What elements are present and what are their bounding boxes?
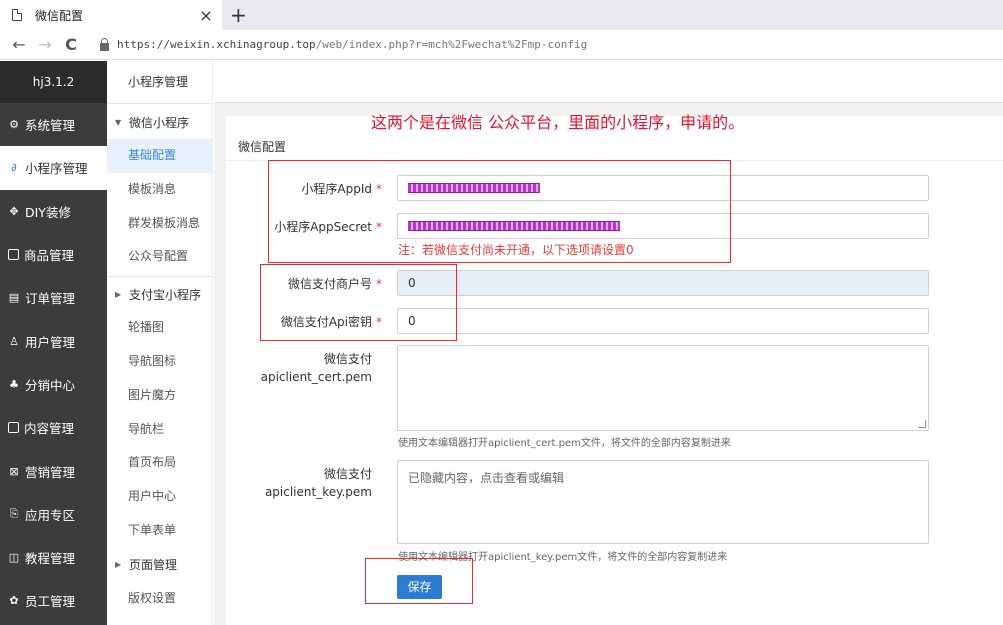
reload-button[interactable]: C (58, 35, 84, 54)
subnav-group-label: 支付宝小程序 (129, 287, 202, 302)
book-icon: ◫ (8, 551, 20, 565)
sidebar-item-goods[interactable]: 商品管理 (0, 233, 107, 276)
sidebar-item-label: 商品管理 (24, 248, 75, 264)
sidebar-item-label: 内容管理 (24, 421, 75, 437)
cert-hint: 使用文本编辑器打开apiclient_cert.pem文件，将文件的全部内容复制… (398, 438, 731, 449)
brand-version: hj3.1.2 (0, 61, 107, 103)
sidebar-item-apps[interactable]: ⎘ 应用专区 (0, 493, 107, 536)
card-title: 微信配置 (238, 140, 287, 154)
sidebar-item-orders[interactable]: ▤ 订单管理 (0, 276, 107, 319)
browser-tab[interactable]: 微信配置 × (0, 0, 222, 30)
sidebar-item-label: 教程管理 (25, 551, 76, 567)
annotation-text: 这两个是在微信 公众平台，里面的小程序，申请的。 (371, 113, 745, 132)
annotation-box-save (365, 558, 473, 604)
subnav-item-copyright[interactable]: 版权设置 (107, 582, 212, 616)
sidebar-item-staff[interactable]: ✿ 员工管理 (0, 579, 107, 622)
sidebar-item-content[interactable]: 内容管理 (0, 406, 107, 449)
subnav-item-user-center[interactable]: 用户中心 (107, 480, 212, 514)
caret-right-icon: ▶ (115, 560, 122, 570)
cert-label-line2: apiclient_cert.pem (260, 370, 372, 384)
cert-textarea[interactable] (397, 345, 929, 431)
sidebar-item-label: 用户管理 (25, 334, 76, 350)
subnav-title: 小程序管理 (107, 61, 212, 104)
tab-close-icon[interactable]: × (196, 6, 216, 25)
caret-right-icon: ▶ (115, 289, 122, 299)
tab-title: 微信配置 (35, 8, 84, 23)
gear-icon: ⚙ (9, 118, 19, 132)
cert-label-line1: 微信支付 (323, 352, 372, 366)
content-icon (8, 422, 19, 434)
url-host: https://weixin.xchinagroup.top (117, 38, 316, 51)
subnav-item-template-message[interactable]: 模板消息 (107, 173, 212, 207)
sidebar-item-label: 员工管理 (25, 594, 76, 610)
subnav-group-wechat[interactable]: ▼ 微信小程序 (107, 105, 212, 139)
browser-tab-bar: 微信配置 × + (0, 0, 1003, 30)
cert-label: 微信支付 apiclient_cert.pem (212, 350, 372, 386)
subnav-item-image-cube[interactable]: 图片魔方 (107, 379, 212, 413)
apikey-input[interactable]: 0 (397, 308, 929, 334)
sidebar-item-system[interactable]: ⚙ 系统管理 (0, 103, 107, 146)
new-tab-button[interactable]: + (230, 3, 247, 27)
sidebar-item-label: 系统管理 (25, 118, 76, 134)
url-field[interactable]: https://weixin.xchinagroup.top/web/index… (117, 38, 587, 51)
back-button[interactable]: ← (6, 35, 32, 54)
sidebar-item-users[interactable]: ♙ 用户管理 (0, 319, 107, 362)
user-icon: ♙ (9, 334, 19, 348)
subnav-item-banner[interactable]: 轮播图 (107, 311, 212, 345)
key-label: 微信支付 apiclient_key.pem (212, 465, 372, 501)
sidebar-item-label: 订单管理 (25, 291, 76, 307)
sidebar-item-miniprogram[interactable]: ∂ 小程序管理 (0, 146, 107, 190)
paint-icon: ✥ (9, 204, 19, 218)
link-icon: ∂ (11, 161, 17, 175)
subnav-item-home-layout[interactable]: 首页布局 (107, 446, 212, 480)
sub-navigation: 小程序管理 ▼ 微信小程序 基础配置 模板消息 群发模板消息 公众号配置 ▶ 支… (107, 61, 213, 625)
key-label-line1: 微信支付 (323, 467, 372, 481)
sidebar-item-label: 分销中心 (25, 377, 76, 393)
goods-icon (8, 249, 19, 261)
forward-button[interactable]: → (32, 35, 58, 54)
key-placeholder-text: 已隐藏内容，点击查看或编辑 (408, 471, 565, 485)
resize-handle-icon[interactable] (918, 420, 926, 428)
subnav-item-order-form[interactable]: 下单表单 (107, 514, 212, 548)
lock-icon[interactable] (100, 37, 109, 51)
sidebar-item-marketing[interactable]: ⊠ 营销管理 (0, 449, 107, 492)
marketing-icon: ⊠ (9, 464, 19, 478)
mchid-input[interactable]: 0 (397, 270, 929, 296)
key-label-line2: apiclient_key.pem (264, 485, 372, 499)
sidebar-item-label: 应用专区 (25, 507, 76, 523)
subnav-item-official-account[interactable]: 公众号配置 (107, 240, 212, 274)
sidebar-item-label: 营销管理 (25, 464, 76, 480)
sidebar-item-label: DIY装修 (25, 204, 71, 220)
content-header (214, 61, 1003, 103)
main-sidebar: hj3.1.2 ⚙ 系统管理 ∂ 小程序管理 ✥ DIY装修 商品管理 ▤ 订单… (0, 61, 107, 625)
sidebar-item-distribution[interactable]: ♣ 分销中心 (0, 363, 107, 406)
document-icon (12, 9, 22, 21)
subnav-item-navbar[interactable]: 导航栏 (107, 413, 212, 447)
annotation-box-appid (268, 160, 731, 263)
caret-down-icon: ▼ (115, 117, 122, 127)
subnav-group-label: 微信小程序 (129, 115, 190, 130)
key-textarea[interactable]: 已隐藏内容，点击查看或编辑 (397, 460, 929, 544)
sidebar-item-tutorials[interactable]: ◫ 教程管理 (0, 536, 107, 579)
subnav-group-label: 页面管理 (129, 558, 178, 573)
subnav-group-page[interactable]: ▶ 页面管理 (107, 548, 212, 582)
url-path: /web/index.php?r=mch%2Fwechat%2Fmp-confi… (315, 38, 588, 51)
subnav-item-basic-config[interactable]: 基础配置 (107, 139, 212, 173)
app-icon: ⎘ (9, 507, 19, 521)
sidebar-item-diy[interactable]: ✥ DIY装修 (0, 190, 107, 233)
network-icon: ♣ (9, 377, 19, 391)
annotation-box-payment (260, 264, 457, 341)
subnav-item-mass-template[interactable]: 群发模板消息 (107, 207, 212, 241)
staff-icon: ✿ (9, 594, 19, 608)
order-icon: ▤ (8, 291, 20, 305)
address-bar: ← → C https://weixin.xchinagroup.top/web… (0, 30, 1003, 60)
sidebar-item-label: 小程序管理 (25, 161, 88, 177)
subnav-item-nav-icon[interactable]: 导航图标 (107, 345, 212, 379)
subnav-group-alipay[interactable]: ▶ 支付宝小程序 (107, 277, 212, 311)
